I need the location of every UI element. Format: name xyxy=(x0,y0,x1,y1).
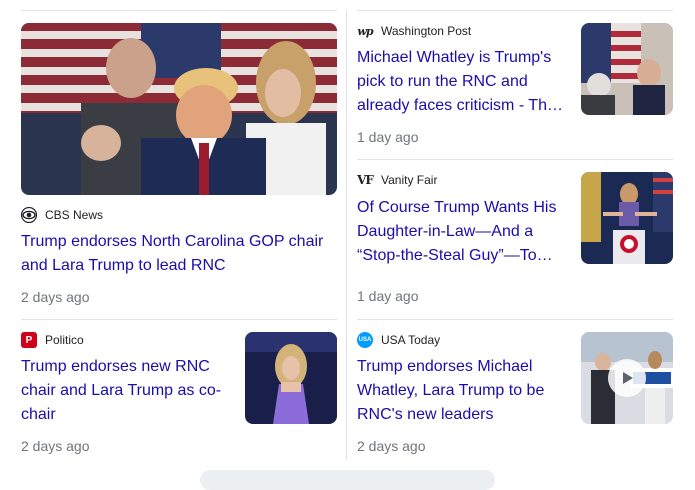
article-timestamp: 2 days ago xyxy=(21,289,90,305)
lara-trump-podium-photo xyxy=(245,332,337,424)
usa-today-icon: USA xyxy=(357,332,373,348)
article-timestamp: 1 day ago xyxy=(357,288,419,304)
source-name: Washington Post xyxy=(381,24,472,38)
source-name: USA Today xyxy=(381,333,441,347)
article-title-link[interactable]: Trump endorses Michael Whatley, Lara Tru… xyxy=(357,355,565,427)
play-video-button[interactable] xyxy=(608,359,646,397)
column-divider xyxy=(346,10,347,460)
article-title-link[interactable]: Trump endorses North Carolina GOP chair … xyxy=(21,230,337,278)
whatley-speaking-photo xyxy=(581,23,673,115)
row-divider xyxy=(357,159,673,160)
lara-trump-stage-photo xyxy=(581,172,673,264)
news-thumbnail[interactable] xyxy=(581,23,673,115)
news-card-wapo[interactable]: wp Washington Post Michael Whatley is Tr… xyxy=(357,23,673,153)
row-divider xyxy=(21,319,337,320)
news-thumbnail[interactable] xyxy=(245,332,337,424)
article-title-link[interactable]: Trump endorses new RNC chair and Lara Tr… xyxy=(21,355,229,427)
article-timestamp: 1 day ago xyxy=(357,129,419,145)
news-card-politico[interactable]: P Politico Trump endorses new RNC chair … xyxy=(21,332,337,462)
top-divider-left xyxy=(21,10,337,11)
source-name: Vanity Fair xyxy=(381,173,438,187)
article-title-link[interactable]: Of Course Trump Wants His Daughter-in-La… xyxy=(357,196,565,268)
article-timestamp: 2 days ago xyxy=(357,438,426,454)
source-name: CBS News xyxy=(45,208,104,222)
news-card-cbs[interactable]: CBS News Trump endorses North Carolina G… xyxy=(21,23,337,313)
news-thumbnail[interactable] xyxy=(21,23,337,195)
news-thumbnail[interactable] xyxy=(581,332,673,424)
source-name: Politico xyxy=(45,333,84,347)
news-card-vanityfair[interactable]: VF Vanity Fair Of Course Trump Wants His… xyxy=(357,172,673,312)
vf-logo-icon: VF xyxy=(357,173,374,187)
row-divider xyxy=(357,319,673,320)
more-news-button[interactable] xyxy=(200,470,495,490)
article-title-link[interactable]: Michael Whatley is Trump's pick to run t… xyxy=(357,46,565,118)
news-card-usatoday[interactable]: USA USA Today Trump endorses Michael Wha… xyxy=(357,332,673,462)
news-thumbnail[interactable] xyxy=(581,172,673,264)
politico-p-icon: P xyxy=(21,332,37,348)
wp-logo-icon: wp xyxy=(357,24,373,38)
cbs-eye-icon xyxy=(21,207,37,223)
trump-rally-photo xyxy=(21,23,337,195)
article-timestamp: 2 days ago xyxy=(21,438,90,454)
top-divider-right xyxy=(357,10,673,11)
play-icon xyxy=(623,372,633,384)
